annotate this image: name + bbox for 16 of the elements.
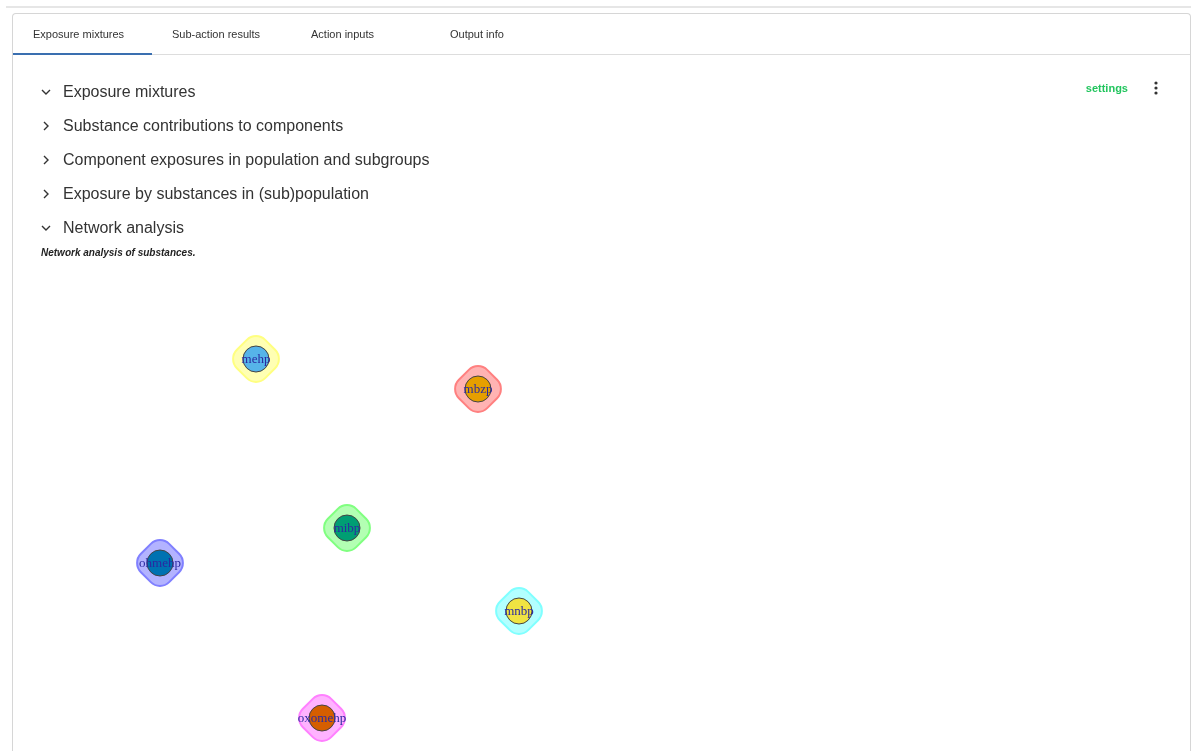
tab[interactable]: Action inputs (291, 14, 430, 55)
more-options-icon[interactable] (1154, 81, 1158, 95)
tab[interactable]: Sub-action results (152, 14, 291, 55)
chevron-right-icon[interactable] (41, 155, 51, 165)
section-title[interactable]: Exposure mixtures (63, 83, 196, 101)
section-title[interactable]: Component exposures in population and subgroups (63, 151, 430, 169)
tab[interactable]: Exposure mixtures (13, 14, 152, 55)
section-title[interactable]: Substance contributions to components (63, 117, 344, 135)
chevron-down-icon[interactable] (41, 87, 51, 97)
chevron-right-icon[interactable] (41, 189, 51, 199)
chevron-right-icon[interactable] (41, 121, 51, 131)
section-title[interactable]: Exposure by substances in (sub)population (63, 185, 369, 203)
section-title[interactable]: Network analysis (63, 219, 184, 237)
tab[interactable]: Output info (430, 14, 569, 55)
network-caption: Network analysis of substances. (41, 247, 197, 258)
chevron-down-icon[interactable] (41, 223, 51, 233)
